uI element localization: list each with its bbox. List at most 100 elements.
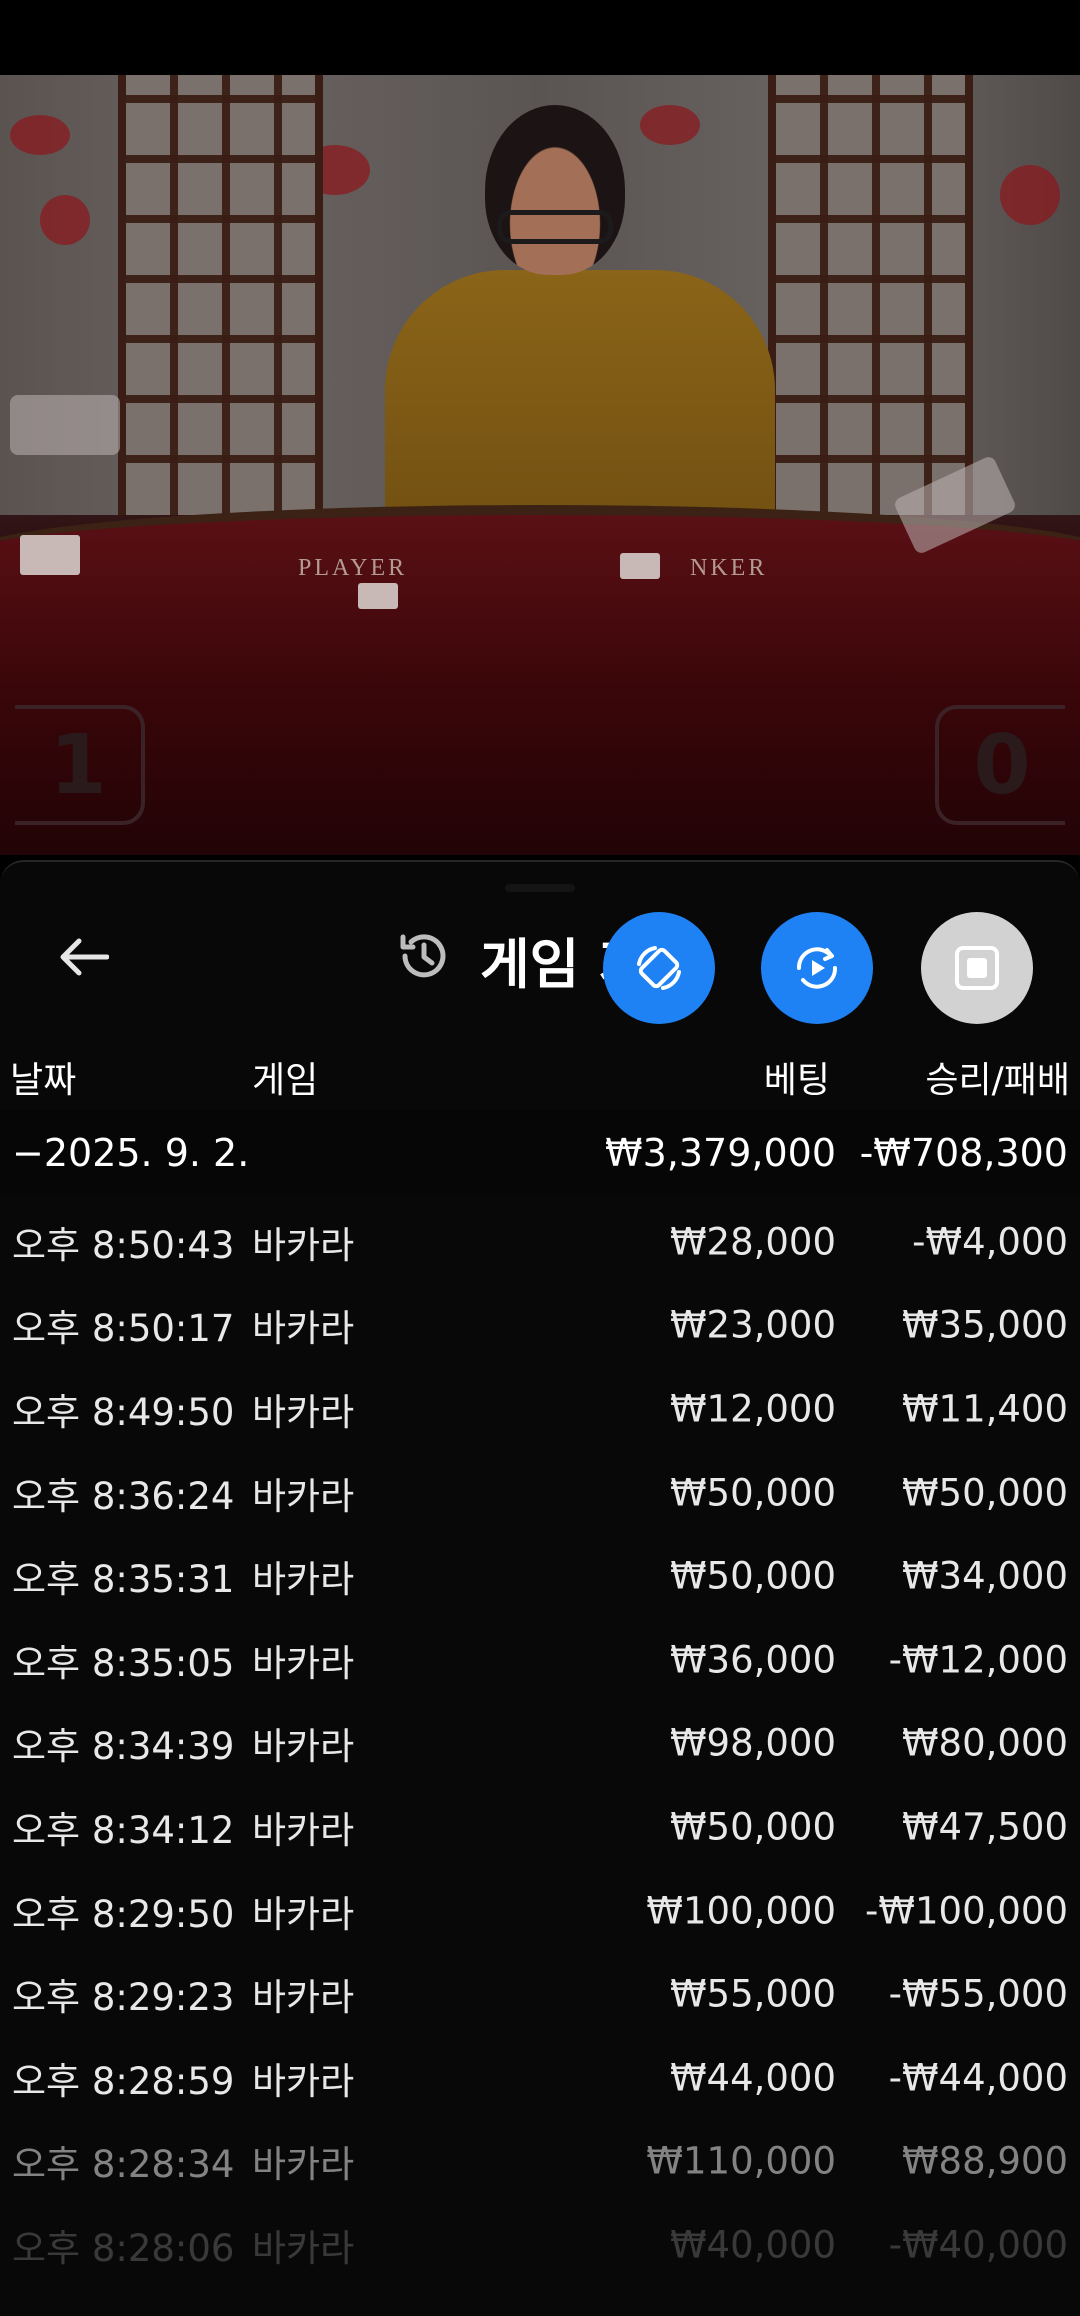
game-history-panel: 게임 기록 날짜 게임 베팅 승리/패배 −2025. 9. 2. ₩3,379… [0,860,1080,2316]
table-row[interactable]: 오후 8:34:39 바카라 ₩98,000 ₩80,000 [0,1702,1080,1786]
date-group-bet-total: ₩3,379,000 [605,1131,836,1175]
row-win-loss: ₩88,900 [901,2139,1068,2183]
row-time: 오후 8:35:31 [12,1558,235,1602]
table-row[interactable]: 오후 8:50:17 바카라 ₩23,000 ₩35,000 [0,1284,1080,1368]
row-time: 오후 8:49:50 [12,1390,235,1434]
row-bet: ₩36,000 [669,1638,836,1682]
banker-score: 0 [935,705,1065,825]
table-row[interactable]: 오후 8:28:06 바카라 ₩40,000 -₩40,000 [0,2203,1080,2287]
row-game: 바카라 [252,1390,355,1434]
status-bar [0,0,1080,75]
player-table-label: PLAYER [298,555,408,581]
column-header-game[interactable]: 게임 [252,1047,318,1107]
lattice-screen [118,75,323,515]
row-game: 바카라 [252,1892,355,1936]
date-group-label: −2025. 9. 2. [12,1131,250,1175]
column-header-bet[interactable]: 베팅 [764,1047,830,1107]
screen-rotate-icon [637,946,681,990]
drag-handle[interactable] [505,884,575,892]
table-row[interactable]: 오후 8:36:24 바카라 ₩50,000 ₩50,000 [0,1451,1080,1535]
playing-card [358,583,398,609]
row-time: 오후 8:34:39 [12,1725,235,1769]
row-win-loss: ₩34,000 [901,1554,1068,1598]
screen-record-icon [796,947,838,989]
row-win-loss: ₩47,500 [901,1805,1068,1849]
live-video-stream: PLAYER NKER 1 0 [0,75,1080,855]
table-row[interactable]: 오후 8:29:23 바카라 ₩55,000 -₩55,000 [0,1952,1080,2036]
row-bet: ₩44,000 [669,2056,836,2100]
table-row[interactable]: 오후 8:49:50 바카라 ₩12,000 ₩11,400 [0,1367,1080,1451]
blossom-decoration [640,105,700,145]
date-group-row[interactable]: −2025. 9. 2. ₩3,379,000 -₩708,300 [0,1110,1080,1196]
row-time: 오후 8:50:17 [12,1307,235,1351]
row-bet: ₩110,000 [646,2139,836,2183]
row-time: 오후 8:50:43 [12,1223,235,1267]
card-shoe [10,395,120,455]
row-win-loss: -₩55,000 [888,1972,1068,2016]
lattice-screen [768,75,973,515]
row-time: 오후 8:29:23 [12,1976,235,2020]
row-bet: ₩12,000 [669,1387,836,1431]
row-win-loss: ₩35,000 [901,1303,1068,1347]
row-game: 바카라 [252,1725,355,1769]
playing-card [620,553,660,579]
screen-rotate-button[interactable] [603,912,715,1024]
blossom-decoration [40,195,90,245]
stop-icon [955,946,999,990]
row-win-loss: -₩100,000 [865,1889,1068,1933]
row-bet: ₩100,000 [646,1889,836,1933]
row-bet: ₩50,000 [669,1471,836,1515]
row-game: 바카라 [252,2143,355,2187]
history-list: 오후 8:50:43 바카라 ₩28,000 -₩4,000 오후 8:50:17 바카… [0,1200,1080,2287]
row-game: 바카라 [252,1474,355,1518]
row-win-loss: ₩50,000 [901,1471,1068,1515]
table-row[interactable]: 오후 8:28:34 바카라 ₩110,000 ₩88,900 [0,2120,1080,2204]
table-row[interactable]: 오후 8:35:31 바카라 ₩50,000 ₩34,000 [0,1534,1080,1618]
row-win-loss: -₩12,000 [888,1638,1068,1682]
table-row[interactable]: 오후 8:34:12 바카라 ₩50,000 ₩47,500 [0,1785,1080,1869]
blossom-decoration [1000,165,1060,225]
playing-card [20,535,80,575]
row-game: 바카라 [252,1976,355,2020]
row-win-loss: -₩44,000 [888,2056,1068,2100]
row-bet: ₩55,000 [669,1972,836,2016]
table-row[interactable]: 오후 8:50:43 바카라 ₩28,000 -₩4,000 [0,1200,1080,1284]
banker-table-label: NKER [690,555,768,581]
dealer-glasses [497,210,613,244]
row-win-loss: -₩40,000 [888,2223,1068,2267]
row-bet: ₩28,000 [669,1220,836,1264]
table-row[interactable]: 오후 8:28:59 바카라 ₩44,000 -₩44,000 [0,2036,1080,2120]
row-win-loss: -₩4,000 [912,1220,1068,1264]
row-game: 바카라 [252,1558,355,1602]
date-group-win-loss-total: -₩708,300 [859,1131,1068,1175]
row-win-loss: ₩80,000 [901,1721,1068,1765]
row-bet: ₩40,000 [669,2223,836,2267]
column-header-win-loss[interactable]: 승리/패배 [925,1047,1070,1107]
table-row[interactable]: 오후 8:29:50 바카라 ₩100,000 -₩100,000 [0,1869,1080,1953]
dealer-head [485,105,625,275]
stop-button[interactable] [921,912,1033,1024]
column-header-date[interactable]: 날짜 [10,1047,76,1107]
history-icon [400,934,446,978]
row-game: 바카라 [252,1808,355,1852]
player-score: 1 [15,705,145,825]
row-game: 바카라 [252,1307,355,1351]
row-time: 오후 8:28:59 [12,2059,235,2103]
row-win-loss: ₩11,400 [901,1387,1068,1431]
row-bet: ₩23,000 [669,1303,836,1347]
baccarat-table [0,505,1080,855]
row-game: 바카라 [252,2226,355,2270]
row-time: 오후 8:28:34 [12,2143,235,2187]
screen-record-button[interactable] [761,912,873,1024]
row-time: 오후 8:34:12 [12,1808,235,1852]
row-bet: ₩50,000 [669,1805,836,1849]
back-button[interactable] [48,922,118,992]
row-game: 바카라 [252,2059,355,2103]
row-game: 바카라 [252,1223,355,1267]
table-row[interactable]: 오후 8:35:05 바카라 ₩36,000 -₩12,000 [0,1618,1080,1702]
row-bet: ₩50,000 [669,1554,836,1598]
row-time: 오후 8:35:05 [12,1641,235,1685]
row-time: 오후 8:28:06 [12,2226,235,2270]
row-game: 바카라 [252,1641,355,1685]
blossom-decoration [10,115,70,155]
